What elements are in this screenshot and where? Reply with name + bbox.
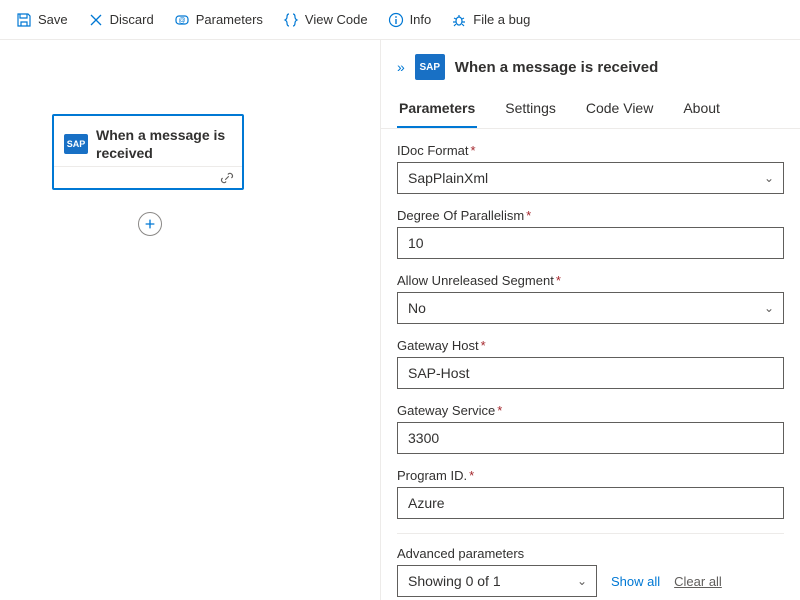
file-bug-button[interactable]: File a bug: [443, 6, 538, 34]
node-footer: [54, 166, 242, 188]
main: SAP When a message is received » SAP Whe…: [0, 40, 800, 600]
sap-icon: SAP: [415, 54, 445, 80]
parameters-button[interactable]: @ Parameters: [166, 6, 271, 34]
tab-about[interactable]: About: [681, 90, 722, 128]
trigger-node[interactable]: SAP When a message is received: [52, 114, 244, 190]
program-id-input[interactable]: [397, 487, 784, 519]
designer-canvas[interactable]: SAP When a message is received: [0, 40, 380, 600]
idoc-format-label: IDoc Format*: [397, 143, 784, 158]
gateway-service-label: Gateway Service*: [397, 403, 784, 418]
save-label: Save: [38, 12, 68, 27]
save-icon: [16, 12, 32, 28]
field-degree-parallelism: Degree Of Parallelism*: [397, 208, 784, 259]
tab-parameters[interactable]: Parameters: [397, 90, 477, 128]
panel-title: When a message is received: [455, 59, 658, 76]
field-idoc-format: IDoc Format* ⌄: [397, 143, 784, 194]
clear-all-link[interactable]: Clear all: [674, 574, 722, 589]
braces-icon: [283, 12, 299, 28]
collapse-icon[interactable]: »: [397, 59, 405, 75]
field-gateway-host: Gateway Host*: [397, 338, 784, 389]
info-icon: [388, 12, 404, 28]
add-step-button[interactable]: [138, 212, 162, 236]
gateway-host-input[interactable]: [397, 357, 784, 389]
view-code-button[interactable]: View Code: [275, 6, 376, 34]
discard-label: Discard: [110, 12, 154, 27]
degree-parallelism-input[interactable]: [397, 227, 784, 259]
gateway-service-input[interactable]: [397, 422, 784, 454]
close-icon: [88, 12, 104, 28]
allow-unreleased-label: Allow Unreleased Segment*: [397, 273, 784, 288]
degree-parallelism-label: Degree Of Parallelism*: [397, 208, 784, 223]
link-icon: [220, 171, 234, 185]
save-button[interactable]: Save: [8, 6, 76, 34]
advanced-parameters-select[interactable]: [397, 565, 597, 597]
info-button[interactable]: Info: [380, 6, 440, 34]
program-id-label: Program ID.*: [397, 468, 784, 483]
show-all-link[interactable]: Show all: [611, 574, 660, 589]
advanced-parameters-section: Advanced parameters ⌄ Show all Clear all: [397, 533, 784, 597]
view-code-label: View Code: [305, 12, 368, 27]
tab-code-view[interactable]: Code View: [584, 90, 655, 128]
node-header: SAP When a message is received: [54, 116, 242, 166]
field-program-id: Program ID.*: [397, 468, 784, 519]
sap-icon: SAP: [64, 134, 88, 154]
panel-header: » SAP When a message is received: [381, 40, 800, 90]
toolbar: Save Discard @ Parameters View Code Info…: [0, 0, 800, 40]
gateway-host-label: Gateway Host*: [397, 338, 784, 353]
field-allow-unreleased: Allow Unreleased Segment* ⌄: [397, 273, 784, 324]
advanced-parameters-label: Advanced parameters: [397, 546, 784, 561]
svg-text:@: @: [178, 17, 185, 24]
tab-settings[interactable]: Settings: [503, 90, 558, 128]
node-title: When a message is received: [96, 126, 232, 162]
field-gateway-service: Gateway Service*: [397, 403, 784, 454]
details-panel: » SAP When a message is received Paramet…: [380, 40, 800, 600]
idoc-format-select[interactable]: [397, 162, 784, 194]
allow-unreleased-select[interactable]: [397, 292, 784, 324]
plus-icon: [143, 217, 157, 231]
parameters-label: Parameters: [196, 12, 263, 27]
parameters-form: IDoc Format* ⌄ Degree Of Parallelism* Al…: [381, 129, 800, 600]
discard-button[interactable]: Discard: [80, 6, 162, 34]
tabs: Parameters Settings Code View About: [381, 90, 800, 129]
parameters-icon: @: [174, 12, 190, 28]
bug-icon: [451, 12, 467, 28]
info-label: Info: [410, 12, 432, 27]
file-bug-label: File a bug: [473, 12, 530, 27]
